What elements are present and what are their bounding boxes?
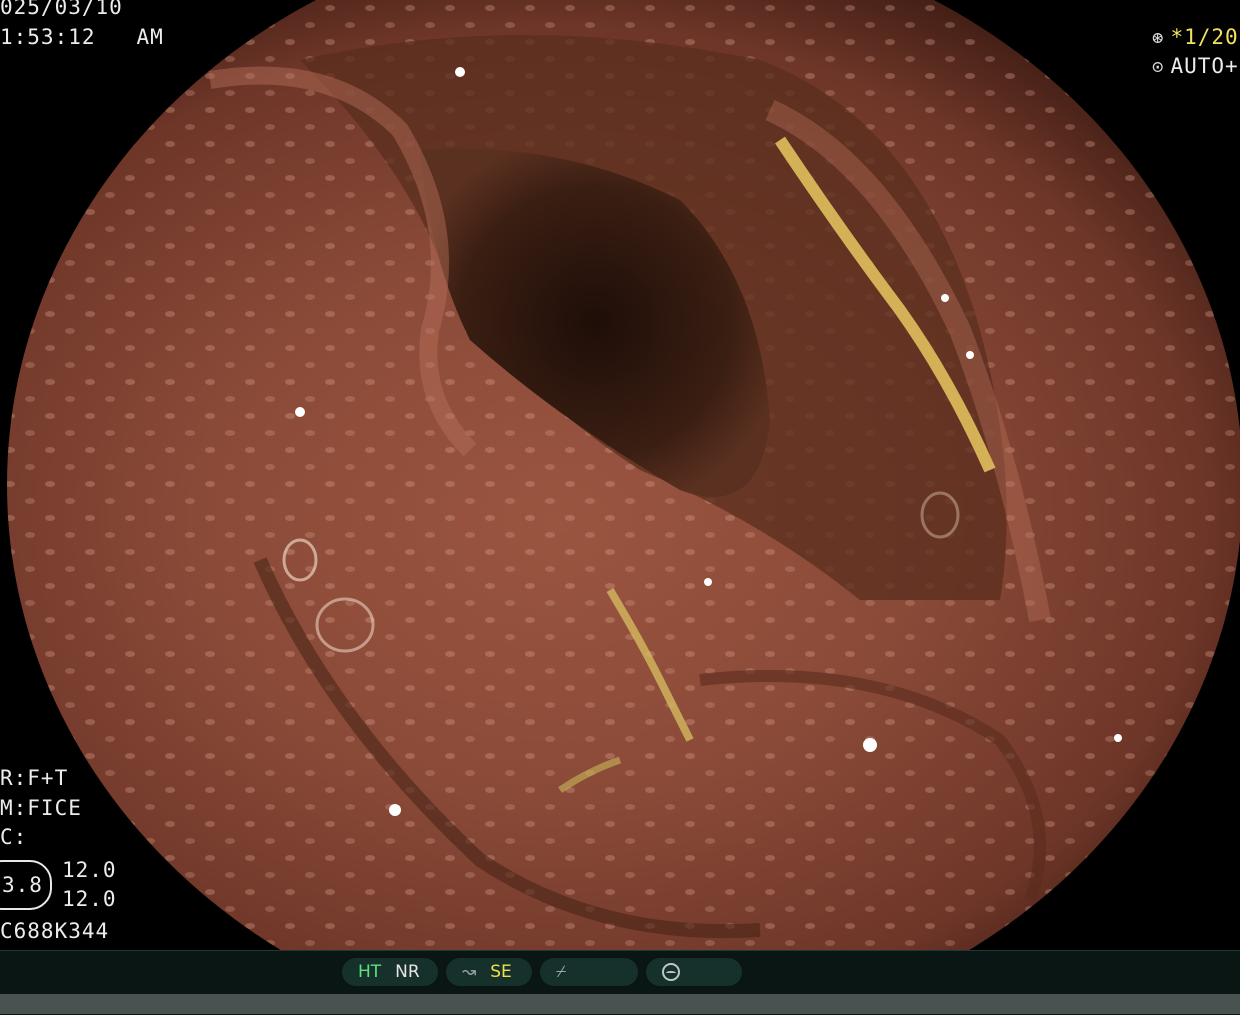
- status-pill-color[interactable]: ⌿: [540, 958, 638, 986]
- time-value: 1:53:12: [0, 25, 96, 49]
- osd-line-mode: M:FICE: [0, 796, 82, 820]
- date-readout: 025/03/10: [0, 0, 123, 19]
- structure-enhance-icon: ↝: [462, 962, 477, 982]
- osd-line-rf: R:F+T: [0, 766, 69, 790]
- record-icon: [662, 963, 680, 981]
- status-strip: [0, 994, 1240, 1014]
- time-readout: 1:53:12 AM: [0, 27, 164, 48]
- endoscope-image-svg: [0, 0, 1240, 950]
- shutter-icon: ⊛: [1152, 27, 1165, 49]
- se-indicator: SE: [490, 962, 512, 982]
- iris-value: AUTO+: [1170, 54, 1239, 78]
- endoscope-image: [0, 0, 1240, 950]
- time-ampm: AM: [136, 25, 164, 49]
- status-pill-record[interactable]: [646, 958, 742, 986]
- value-top: 12.0: [62, 858, 117, 882]
- iris-readout: ⊙ AUTO+: [1152, 56, 1239, 77]
- shutter-value: *1/20: [1170, 25, 1239, 49]
- color-mode-icon: ⌿: [556, 962, 567, 982]
- scope-id: C688K344: [0, 919, 110, 943]
- ht-indicator: HT: [358, 962, 382, 982]
- status-pill-se[interactable]: ↝ SE: [446, 958, 532, 986]
- osd-line-c: C:: [0, 825, 28, 849]
- nr-indicator: NR: [395, 962, 420, 982]
- status-pill-ht-nr[interactable]: HT NR: [342, 958, 438, 986]
- shutter-readout: ⊛ *1/20: [1152, 27, 1239, 48]
- value-bottom: 12.0: [62, 887, 117, 911]
- iris-icon: ⊙: [1152, 56, 1165, 78]
- badge-value: 3.8: [2, 873, 43, 897]
